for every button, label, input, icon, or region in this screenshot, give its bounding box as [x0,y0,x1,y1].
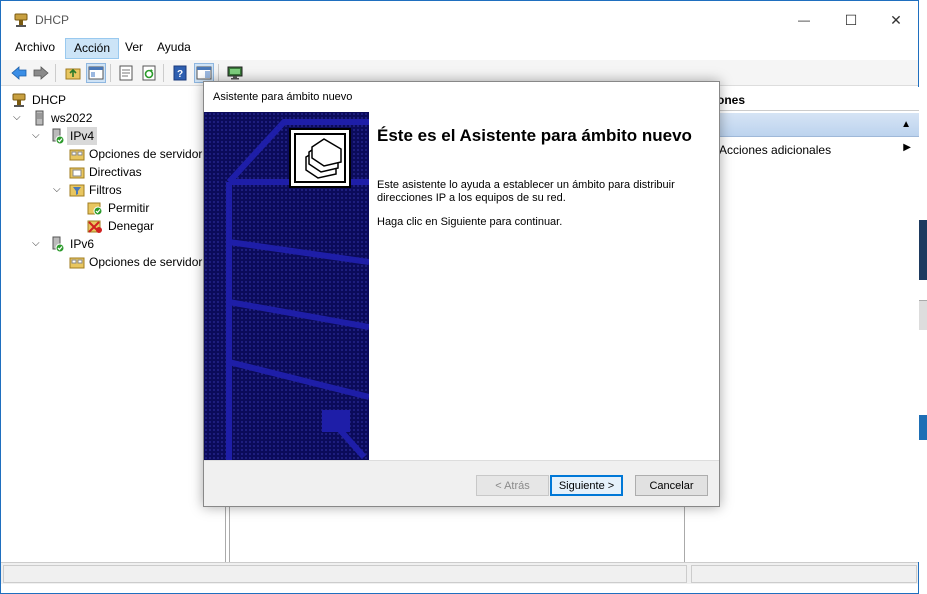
server-options-icon [69,257,85,269]
wizard-banner-art [204,112,369,460]
tree-label: Opciones de servidor [89,147,203,161]
server-icon [35,110,44,126]
chevron-down-icon[interactable]: ⌵ [32,235,42,253]
tree-label: IPv4 [67,127,98,145]
menu-archivo[interactable]: Archivo [7,38,63,59]
desktop-window-fragment [918,415,927,440]
actions-section-header[interactable]: ▲ [687,113,919,137]
help-icon: ? [173,65,187,81]
tree-label: IPv6 [70,237,95,251]
ipv6-icon [52,236,65,252]
close-button[interactable]: ✕ [873,5,919,35]
toolbar-separator [55,64,56,82]
toolbar-separator [163,64,164,82]
svg-text:?: ? [177,69,183,80]
tree-label: DHCP [32,93,67,107]
tree-label: Filtros [89,183,122,197]
monitor-icon [227,66,243,80]
console-tree: DHCP ⌵ ws2022 ⌵ IPv4 Opciones de servido… [1,87,226,562]
wizard-heading: Éste es el Asistente para ámbito nuevo [377,126,692,145]
back-button[interactable] [9,63,29,83]
cancel-button[interactable]: Cancelar [635,475,708,496]
dhcp-app-icon [14,13,28,27]
desktop-edge [918,0,927,594]
status-bar [1,562,918,584]
ipv4-icon [52,128,65,144]
actions-pane: ones ▲ Acciones adicionales ▶ [687,87,919,562]
deny-icon [87,220,102,233]
refresh-button[interactable] [139,63,159,83]
new-scope-wizard-dialog: Asistente para ámbito nuevo Éste es el A… [203,81,720,507]
menu-ayuda[interactable]: Ayuda [149,38,199,59]
wizard-server-illustration [226,119,369,460]
menu-accion[interactable]: Acción [65,38,120,59]
filter-icon [69,184,85,197]
allow-icon [87,202,103,216]
window-title: DHCP [35,13,70,27]
action-pane-icon [196,66,212,80]
title-bar[interactable]: DHCP — ☐ ✕ [1,1,918,39]
maximize-button[interactable]: ☐ [828,5,874,35]
minimize-button[interactable]: — [781,5,827,35]
forward-button[interactable] [31,63,51,83]
tree-label: Directivas [89,165,142,179]
properties-icon [119,65,133,81]
tree-label: ws2022 [51,111,93,125]
menu-bar: Archivo Acción Ver Ayuda [1,37,918,59]
policies-icon [69,167,85,179]
back-button[interactable]: < Atrás [476,475,549,496]
arrow-right-icon [33,66,49,80]
refresh-icon [142,65,156,81]
status-segment [691,565,917,583]
show-hide-tree-button[interactable] [86,63,106,83]
menu-ver[interactable]: Ver [117,38,151,59]
tree-label: Opciones de servidor [89,255,203,269]
toolbar-separator [218,64,219,82]
dialog-title: Asistente para ámbito nuevo [204,82,719,112]
toolbar-separator [110,64,111,82]
show-action-pane-button[interactable] [194,63,214,83]
submenu-arrow-icon: ▶ [903,142,911,153]
next-label: Siguiente > [558,479,615,492]
help-button[interactable]: ? [170,63,190,83]
server-options-icon [69,149,85,161]
chevron-down-icon[interactable]: ⌵ [32,127,42,145]
chevron-down-icon[interactable]: ⌵ [13,109,23,127]
wizard-footer: < Atrás Siguiente > Cancelar [204,460,719,506]
arrow-left-icon [11,66,27,80]
collapse-up-icon[interactable]: ▲ [901,119,911,130]
chevron-down-icon[interactable]: ⌵ [53,181,63,199]
console-tree-icon [88,66,104,80]
tree-label: Denegar [108,219,155,233]
status-segment [3,565,687,583]
properties-button[interactable] [116,63,136,83]
more-actions-item[interactable]: Acciones adicionales [719,143,831,157]
desktop-window-fragment [918,300,927,330]
actions-header: ones [687,89,919,111]
desktop-window-fragment [918,220,927,280]
display-statistics-button[interactable] [225,63,245,83]
wizard-instruction: Haga clic en Siguiente para continuar. [377,216,563,228]
dhcp-icon [12,93,26,107]
next-button[interactable]: Siguiente > [550,475,623,496]
wizard-description: Este asistente lo ayuda a establecer un … [377,179,675,204]
up-one-level-button[interactable] [63,63,83,83]
tree-label: Permitir [108,201,150,215]
wizard-content: Éste es el Asistente para ámbito nuevo E… [369,112,719,460]
folder-up-icon [65,68,81,80]
